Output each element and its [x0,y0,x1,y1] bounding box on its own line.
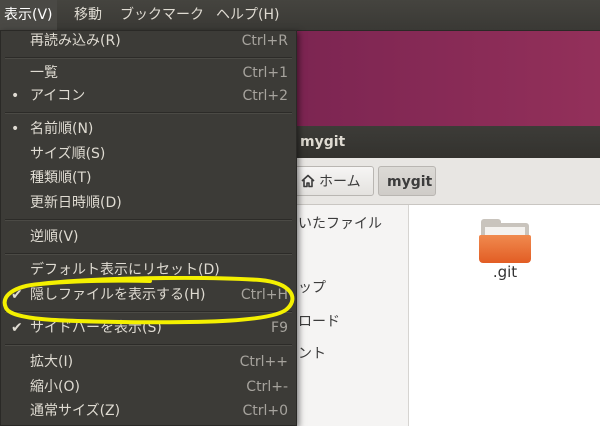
menu-separator [5,253,292,255]
window-title: mygit [300,134,346,150]
menu-separator [5,57,292,59]
menu-item-show-sidebar[interactable]: ✔ サイドバーを表示(S) F9 [1,316,296,340]
menu-item-zoom-out[interactable]: 縮小(O) Ctrl+- [1,375,296,399]
menu-item-label: 再読み込み(R) [30,33,121,49]
checkmark-icon: ✔ [11,287,23,303]
folder-icon[interactable] [479,217,531,263]
menu-item-accel: F9 [271,320,288,336]
menu-item-label: 拡大(I) [30,354,74,370]
menubar: 表示(V) 移動 ブックマーク ヘルプ(H) [0,0,600,31]
menu-item-normal-size[interactable]: 通常サイズ(Z) Ctrl+0 [1,399,296,423]
path-toolbar: ホーム mygit [290,158,600,205]
menu-item-sort-name[interactable]: • 名前順(N) [1,117,296,141]
menu-item-label: 縮小(O) [30,379,80,395]
menu-item-accel: Ctrl+0 [242,403,288,419]
menu-item-icon-view[interactable]: • アイコン Ctrl+2 [1,84,296,108]
menu-item-label: アイコン [30,88,86,104]
menu-go[interactable]: 移動 [70,0,106,30]
menu-item-label: 一覧 [30,65,58,81]
menu-item-show-hidden[interactable]: ✔ 隠しファイルを表示する(H) Ctrl+H [1,283,296,307]
menu-item-accel: Ctrl+R [241,33,288,49]
menu-item-accel: Ctrl+1 [242,65,288,81]
menu-item-label: サイドバーを表示(S) [30,320,162,336]
menu-help[interactable]: ヘルプ(H) [212,0,283,30]
breadcrumb-current[interactable]: mygit [378,166,436,196]
menu-item-reverse[interactable]: 逆順(V) [1,225,296,249]
breadcrumb-home[interactable]: ホーム [292,166,374,196]
menu-separator [5,344,292,346]
file-name[interactable]: .git [465,263,545,281]
menu-item-accel: Ctrl+H [240,287,288,303]
menu-item-accel: Ctrl+- [246,379,288,395]
sidebar-item-recent[interactable]: いたファイル [298,213,382,233]
menu-separator [5,311,292,313]
sidebar-item-downloads[interactable]: ロード [298,311,340,331]
menu-item-label: サイズ順(S) [30,146,106,162]
menu-item-label: 名前順(N) [30,121,94,137]
menu-item-sort-type[interactable]: 種類順(T) [1,166,296,190]
radio-dot-icon: • [11,121,20,137]
menu-bookmarks[interactable]: ブックマーク [116,0,208,30]
menu-item-label: 通常サイズ(Z) [30,403,121,419]
menu-item-sort-date[interactable]: 更新日時順(D) [1,191,296,215]
sidebar: いたファイル ップ ロード ント [290,205,409,426]
file-view: .git [409,205,600,426]
breadcrumb-current-label: mygit [387,174,433,190]
menu-item-sort-size[interactable]: サイズ順(S) [1,142,296,166]
checkmark-icon: ✔ [11,320,23,336]
menu-separator [5,219,292,221]
menu-item-list-view[interactable]: 一覧 Ctrl+1 [1,61,296,85]
view-menu: 再読み込み(R) Ctrl+R 一覧 Ctrl+1 • アイコン Ctrl+2 … [0,30,297,426]
menu-item-label: 隠しファイルを表示する(H) [30,287,206,303]
menu-item-label: 種類順(T) [30,170,92,186]
menu-item-reset-view[interactable]: デフォルト表示にリセット(D) [1,258,296,282]
menu-item-label: 逆順(V) [30,229,79,245]
home-icon [301,174,315,188]
radio-dot-icon: • [11,88,20,104]
sidebar-item-desktop[interactable]: ップ [298,277,326,297]
menu-item-reload[interactable]: 再読み込み(R) Ctrl+R [1,29,296,53]
window-titlebar: mygit [290,126,600,158]
menu-item-accel: Ctrl++ [239,354,288,370]
sidebar-item-documents[interactable]: ント [298,343,326,363]
menu-item-label: 更新日時順(D) [30,195,122,211]
breadcrumb-home-label: ホーム [319,174,361,190]
menu-item-accel: Ctrl+2 [242,88,288,104]
menu-item-label: デフォルト表示にリセット(D) [30,262,220,278]
menu-separator [5,112,292,114]
menu-view[interactable]: 表示(V) [0,0,57,30]
menu-item-zoom-in[interactable]: 拡大(I) Ctrl++ [1,350,296,374]
